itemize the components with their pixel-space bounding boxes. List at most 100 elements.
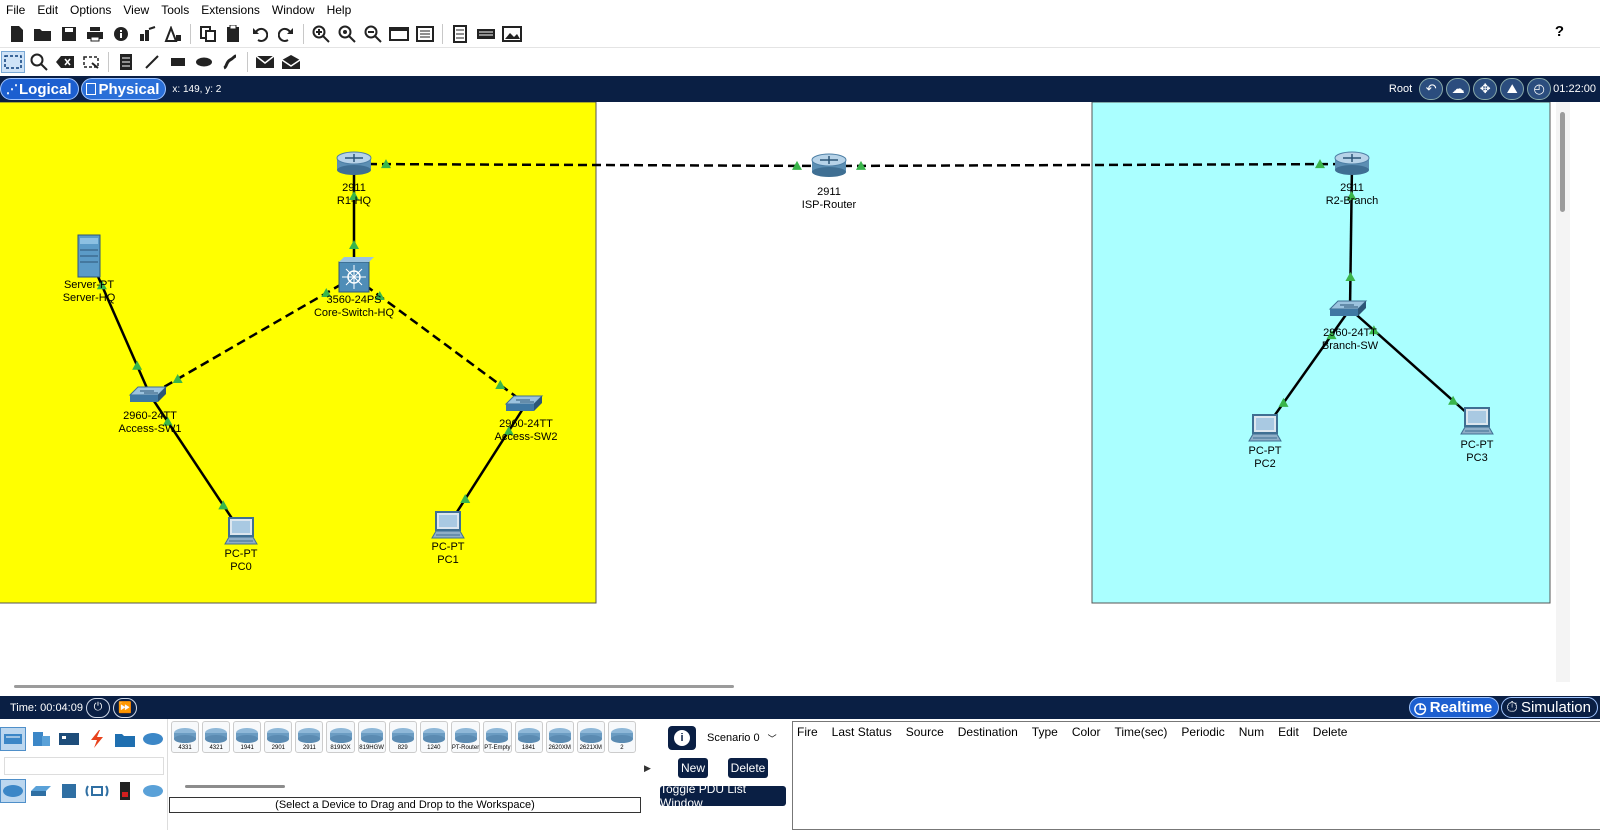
delete-scenario-button[interactable]: Delete (728, 758, 768, 778)
logical-view-button[interactable]: ⋰ Logical (0, 78, 79, 100)
save-icon[interactable] (57, 23, 81, 45)
add-complex-pdu-icon[interactable] (279, 51, 303, 73)
routers-subcategory-icon[interactable] (0, 779, 26, 803)
pc-icon[interactable] (1248, 414, 1282, 442)
device-model-item[interactable]: 1240 (419, 721, 448, 753)
inspect-tool-icon[interactable] (27, 51, 51, 73)
menu-file[interactable]: File (0, 0, 31, 20)
fast-forward-icon[interactable]: ⏩ (112, 697, 137, 718)
menu-edit[interactable]: Edit (31, 0, 64, 20)
device-label-pc1[interactable]: PC-PT PC1 (378, 541, 518, 567)
activity-wizard-icon[interactable] (161, 23, 185, 45)
device-model-item[interactable]: PT-Empty (483, 721, 512, 753)
wan-emulation-subcategory-icon[interactable] (140, 779, 166, 803)
power-cycle-icon[interactable]: ⏻ (85, 697, 110, 718)
new-file-icon[interactable] (5, 23, 29, 45)
new-scenario-button[interactable]: New (678, 758, 708, 778)
hubs-subcategory-icon[interactable] (56, 779, 82, 803)
menu-help[interactable]: Help (321, 0, 358, 20)
device-model-item[interactable]: 2621XM (576, 721, 605, 753)
router-icon[interactable] (1334, 151, 1370, 175)
logical-workspace[interactable]: 2911 R1-HQ 2911 ISP-Router 2911 R2-Branch 3560… (0, 102, 1556, 682)
paste-icon[interactable] (222, 23, 246, 45)
delete-tool-icon[interactable] (53, 51, 77, 73)
device-label-pc2[interactable]: PC-PT PC2 (1195, 445, 1335, 471)
hq-zone[interactable] (0, 102, 597, 604)
horizontal-scrollbar[interactable] (0, 682, 1570, 696)
network-devices-category-icon[interactable] (0, 727, 26, 751)
menu-view[interactable]: View (117, 0, 155, 20)
back-icon[interactable]: ↶ (1419, 78, 1444, 100)
vertical-scrollbar[interactable] (1556, 102, 1570, 682)
viewport-clock-icon[interactable]: ◴ (1527, 78, 1552, 100)
device-model-item[interactable]: 2 (607, 721, 636, 753)
device-model-item[interactable]: PT-Router (450, 721, 481, 753)
add-simple-pdu-icon[interactable] (253, 51, 277, 73)
switches-subcategory-icon[interactable] (28, 779, 54, 803)
pc-icon[interactable] (224, 517, 258, 545)
device-model-item[interactable]: 819HGW (357, 721, 386, 753)
print-icon[interactable] (83, 23, 107, 45)
custom-icon-icon[interactable] (500, 23, 524, 45)
device-list-scrollbar[interactable] (185, 785, 285, 788)
device-label-r1[interactable]: 2911 R1-HQ (284, 182, 424, 208)
device-label-core[interactable]: 3560-24PS Core-Switch-HQ (284, 294, 424, 320)
connections-category-icon[interactable] (84, 727, 110, 751)
new-cluster-icon[interactable]: ☁ (1446, 78, 1471, 100)
viewport-icon[interactable] (448, 23, 472, 45)
device-model-item[interactable]: 2911 (295, 721, 324, 753)
realtime-mode-button[interactable]: ◷ Realtime (1408, 697, 1500, 718)
drawing-palette-icon[interactable] (387, 23, 411, 45)
security-subcategory-icon[interactable] (112, 779, 138, 803)
menu-extensions[interactable]: Extensions (195, 0, 266, 20)
device-label-pc3[interactable]: PC-PT PC3 (1407, 439, 1547, 465)
device-model-item[interactable]: 829 (388, 721, 417, 753)
panel-expand-icon[interactable]: ▶ (644, 763, 651, 774)
help-icon[interactable]: ? (1555, 23, 1564, 40)
draw-ellipse-icon[interactable] (192, 51, 216, 73)
menu-tools[interactable]: Tools (155, 0, 195, 20)
menu-options[interactable]: Options (64, 0, 117, 20)
copy-icon[interactable] (196, 23, 220, 45)
physical-view-button[interactable]: Physical (80, 78, 167, 100)
info-icon[interactable] (109, 23, 133, 45)
device-model-item[interactable]: 1841 (514, 721, 543, 753)
simulation-mode-button[interactable]: ⏱ Simulation (1501, 697, 1598, 718)
draw-line-icon[interactable] (140, 51, 164, 73)
server-icon[interactable] (77, 234, 101, 278)
physical-workspace-icon[interactable] (474, 23, 498, 45)
custom-device-dialog-icon[interactable] (413, 23, 437, 45)
zoom-in-icon[interactable] (309, 23, 333, 45)
pc-icon[interactable] (1460, 407, 1494, 435)
scenario-dropdown[interactable]: Scenario 0 ﹀ (704, 727, 782, 749)
open-folder-icon[interactable] (31, 23, 55, 45)
device-label-bsw[interactable]: 2960-24TT Branch-SW (1280, 327, 1420, 353)
move-object-icon[interactable]: ✥ (1473, 78, 1498, 100)
pc-icon[interactable] (431, 511, 465, 539)
device-model-item[interactable]: 4321 (202, 721, 231, 753)
place-note-icon[interactable] (114, 51, 138, 73)
components-category-icon[interactable] (56, 727, 82, 751)
select-tool-icon[interactable] (1, 51, 25, 73)
device-model-item[interactable]: 2620XM (545, 721, 574, 753)
toggle-pdu-list-button[interactable]: Toggle PDU List Window (660, 782, 786, 810)
router-icon[interactable] (811, 153, 847, 177)
device-model-item[interactable]: 4331 (171, 721, 200, 753)
draw-rectangle-icon[interactable] (166, 51, 190, 73)
set-background-icon[interactable]: ⛰ (1500, 78, 1525, 100)
device-label-server[interactable]: Server-PT Server-HQ (19, 279, 159, 305)
device-model-item[interactable]: 819IOX (326, 721, 355, 753)
menu-window[interactable]: Window (266, 0, 321, 20)
miscellaneous-category-icon[interactable] (112, 727, 138, 751)
device-label-sw2[interactable]: 2960-24TT Access-SW2 (456, 418, 596, 444)
undo-icon[interactable] (248, 23, 272, 45)
redo-icon[interactable] (274, 23, 298, 45)
network-wizard-icon[interactable] (135, 23, 159, 45)
draw-freeform-icon[interactable] (218, 51, 242, 73)
multiuser-category-icon[interactable] (140, 727, 166, 751)
device-label-pc0[interactable]: PC-PT PC0 (171, 548, 311, 574)
zoom-reset-icon[interactable] (335, 23, 359, 45)
wireless-subcategory-icon[interactable] (84, 779, 110, 803)
device-label-r2[interactable]: 2911 R2-Branch (1282, 182, 1422, 208)
device-model-item[interactable]: 1941 (233, 721, 262, 753)
